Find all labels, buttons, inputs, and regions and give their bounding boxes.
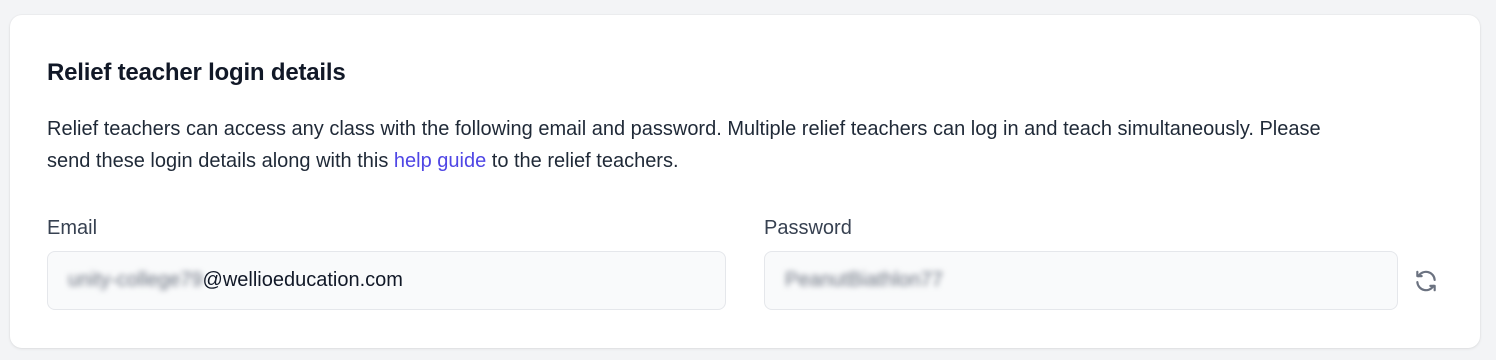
description-text-after: to the relief teachers.: [486, 150, 679, 172]
email-field[interactable]: unity-college79 @wellioeducation.com: [47, 251, 726, 310]
card-description: Relief teachers can access any class wit…: [47, 113, 1367, 177]
relief-login-card: Relief teacher login details Relief teac…: [10, 15, 1480, 348]
regenerate-password-button[interactable]: [1410, 265, 1442, 297]
email-label: Email: [47, 217, 98, 239]
email-domain: @wellioeducation.com: [202, 269, 403, 291]
email-obscured-part: unity-college79: [68, 269, 203, 291]
card-title: Relief teacher login details: [47, 59, 346, 86]
refresh-icon: [1416, 270, 1436, 292]
password-field[interactable]: PeanutBiathlon77: [764, 251, 1398, 310]
password-label: Password: [764, 217, 852, 239]
description-text-before: Relief teachers can access any class wit…: [47, 118, 1321, 172]
password-obscured-value: PeanutBiathlon77: [785, 269, 943, 291]
help-guide-link[interactable]: help guide: [394, 150, 486, 172]
